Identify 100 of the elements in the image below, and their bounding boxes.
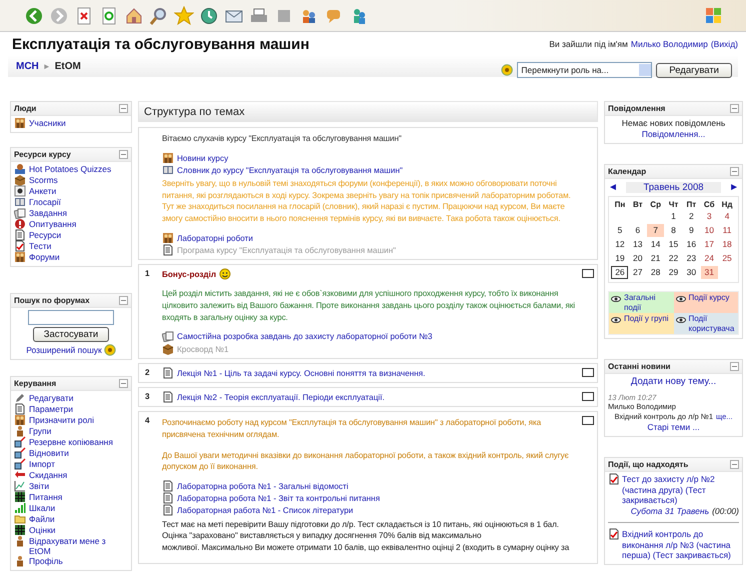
activity-link[interactable]: Словник до курсу "Експлуатація та обслуговування машин" — [177, 164, 403, 178]
legend-item[interactable]: Події у групі — [609, 313, 674, 334]
activity-link[interactable]: Новини курсу — [177, 152, 228, 165]
older-topics-link[interactable]: Старі теми ... — [647, 422, 700, 432]
sidebar-link[interactable]: Відновити — [29, 448, 69, 458]
calendar-day[interactable]: 10 — [700, 224, 718, 237]
collapse-icon[interactable] — [119, 296, 128, 305]
highlight-toggle[interactable] — [582, 416, 594, 426]
activity-link[interactable]: Лабораторна робота №1 - Загальні відомості — [177, 480, 348, 494]
sidebar-link[interactable]: Призначити ролі — [29, 415, 94, 426]
collapse-icon[interactable] — [119, 379, 128, 388]
activity-link[interactable]: Лабораторні роботи — [177, 232, 253, 245]
calendar-day[interactable]: 17 — [700, 238, 718, 251]
sidebar-link[interactable]: Опитування — [29, 219, 76, 230]
previous-month-button[interactable]: ◄ — [608, 182, 618, 193]
calendar-day[interactable]: 3 — [700, 210, 718, 223]
sidebar-link[interactable]: Профіль — [29, 556, 63, 567]
calendar-day[interactable]: 25 — [718, 252, 736, 265]
sidebar-link[interactable]: Тести — [29, 241, 52, 252]
add-topic-link[interactable]: Додати нову тему... — [630, 376, 716, 387]
calendar-day[interactable]: 15 — [664, 238, 682, 251]
home-icon[interactable] — [124, 6, 144, 26]
edit-button[interactable]: Редагувати — [656, 62, 732, 78]
next-month-button[interactable]: ► — [729, 182, 739, 193]
calendar-day[interactable]: 22 — [664, 252, 682, 265]
event-link[interactable]: Вхідний контроль до виконання л/р №3 (частина перша) (Тест закривається) — [622, 529, 739, 560]
calendar-day[interactable]: 26 — [611, 266, 628, 279]
activity-link[interactable]: Лекція №1 - Ціль та задачі курсу. Основні поняття та визначення. — [177, 368, 426, 380]
collapse-icon[interactable] — [119, 104, 128, 113]
collapse-icon[interactable] — [730, 104, 739, 113]
help-icon[interactable] — [104, 344, 116, 356]
calendar-day[interactable]: 18 — [718, 238, 736, 251]
activity-link[interactable]: Лекція №2 - Теорія експлуатації. Періоди експлуатації. — [177, 392, 385, 404]
activity-link[interactable]: Самостійна розробка завдань до захисту лабораторної роботи №3 — [177, 331, 432, 344]
sidebar-link[interactable]: Резервне копіювання — [29, 437, 113, 448]
calendar-day[interactable]: 9 — [682, 224, 700, 237]
calendar-day[interactable]: 12 — [611, 238, 628, 251]
help-icon[interactable] — [501, 64, 514, 76]
highlight-toggle[interactable] — [582, 392, 594, 402]
collapse-icon[interactable] — [730, 460, 739, 469]
logout-link[interactable]: (Вихід) — [710, 39, 738, 49]
calendar-day[interactable]: 16 — [682, 238, 700, 251]
activity-link[interactable]: Лабораторна робота №1 - Звіт та контрольні питання — [177, 493, 380, 506]
calendar-day[interactable]: 4 — [718, 210, 736, 223]
highlight-toggle[interactable] — [582, 269, 594, 278]
back-icon[interactable] — [24, 6, 44, 26]
highlight-toggle[interactable] — [582, 368, 594, 377]
sidebar-link[interactable]: Шкали — [29, 503, 56, 514]
event-date-link[interactable]: Субота 31 Травень — [630, 506, 710, 516]
sidebar-link[interactable]: Скидання — [29, 470, 68, 480]
sidebar-link[interactable]: Ресурси — [29, 230, 62, 240]
sidebar-link[interactable]: Звіти — [29, 481, 50, 492]
advanced-search-link[interactable]: Розширений пошук — [26, 345, 102, 355]
calendar-day[interactable]: 19 — [611, 252, 628, 265]
calendar-day[interactable]: 29 — [664, 266, 682, 279]
calendar-day[interactable]: 27 — [629, 266, 646, 279]
calendar-day[interactable]: 24 — [700, 252, 718, 265]
calendar-day[interactable]: 8 — [664, 224, 682, 237]
sidebar-link[interactable]: Анкети — [29, 186, 56, 196]
role-select[interactable]: Перемкнути роль на... — [517, 62, 652, 78]
sidebar-link[interactable]: Scorms — [29, 175, 58, 186]
legend-item[interactable]: Події користувача — [674, 313, 738, 334]
event-link[interactable]: Тест до захисту л/р №2 (частина друга) (Тест закривається) — [622, 474, 739, 506]
sidebar-link[interactable]: Групи — [29, 426, 52, 436]
sidebar-link[interactable]: Глосарії — [29, 197, 61, 208]
calendar-day[interactable]: 14 — [647, 238, 664, 251]
messages-link[interactable]: Повідомлення... — [642, 129, 706, 139]
star-icon[interactable] — [174, 6, 194, 26]
user-link[interactable]: Милько Володимир — [630, 39, 708, 49]
calendar-day[interactable]: 21 — [647, 252, 664, 265]
sidebar-link[interactable]: Оцінки — [29, 525, 56, 536]
sidebar-link[interactable]: Питання — [29, 492, 62, 502]
sidebar-link[interactable]: Учасники — [29, 118, 66, 128]
sidebar-link[interactable]: Завдання — [29, 208, 67, 218]
calendar-day[interactable]: 31 — [700, 266, 718, 279]
sidebar-link[interactable]: Параметри — [29, 404, 73, 414]
calendar-day[interactable]: 2 — [682, 210, 700, 223]
search-button[interactable]: Застосувати — [32, 327, 110, 342]
sidebar-link[interactable]: Форуми — [29, 252, 60, 262]
calendar-day[interactable]: 20 — [629, 252, 646, 265]
collapse-icon[interactable] — [730, 362, 739, 371]
sidebar-link[interactable]: Відрахувати мене з EtOM — [29, 536, 128, 556]
calendar-day[interactable]: 28 — [647, 266, 664, 279]
legend-item[interactable]: Події курсу — [674, 292, 738, 313]
calendar-day[interactable]: 30 — [682, 266, 700, 279]
breadcrumb-link[interactable]: МСН — [16, 60, 39, 72]
sidebar-link[interactable]: Файли — [29, 514, 55, 524]
calendar-day[interactable]: 11 — [718, 224, 736, 237]
activity-link[interactable]: Лабораторная работа №1 - Список літератури — [177, 505, 354, 518]
calendar-day[interactable]: 6 — [629, 224, 646, 237]
calendar-day[interactable]: 1 — [664, 210, 682, 223]
forward-icon[interactable] — [49, 6, 69, 26]
calendar-day[interactable]: 7 — [647, 224, 664, 237]
history-icon[interactable] — [199, 6, 219, 26]
sidebar-link[interactable]: Редагувати — [29, 393, 74, 404]
sidebar-link[interactable]: Hot Potatoes Quizzes — [29, 164, 112, 174]
collapse-icon[interactable] — [119, 150, 128, 159]
calendar-day[interactable]: 13 — [629, 238, 646, 251]
collapse-icon[interactable] — [730, 167, 739, 176]
legend-item[interactable]: Загальні події — [609, 292, 674, 313]
